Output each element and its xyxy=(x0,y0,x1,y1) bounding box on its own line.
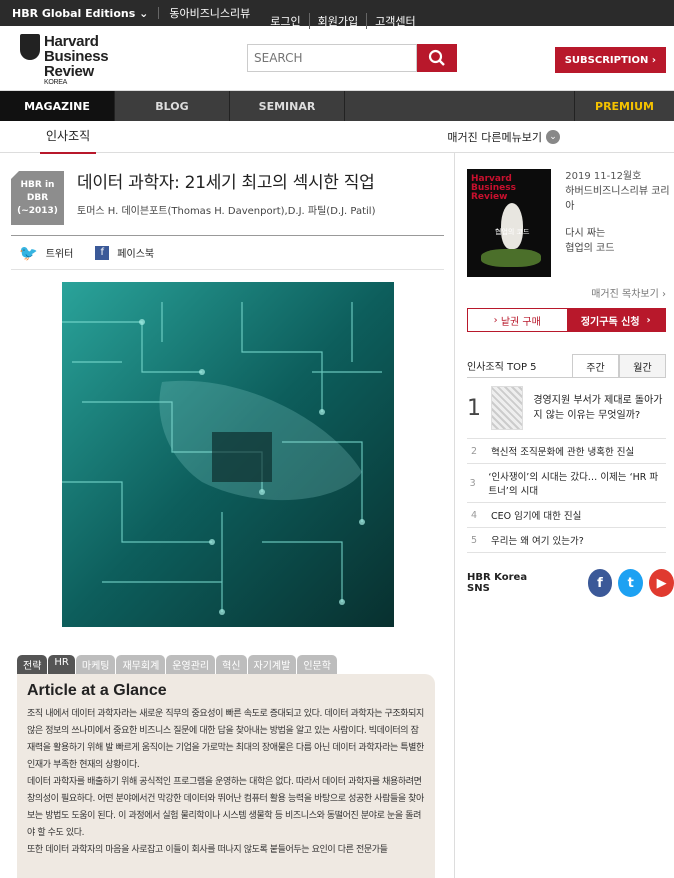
main-content: HBR in DBR (~2013) 데이터 과학자: 21세기 최고의 섹시한 … xyxy=(0,153,674,878)
sidebar: Harvard Business Review 협업의 코드 2019 11-1… xyxy=(455,153,674,878)
magazine-cover[interactable]: Harvard Business Review 협업의 코드 xyxy=(467,169,552,277)
article-image xyxy=(62,282,394,627)
topic-tab-operations[interactable]: 운영관리 xyxy=(166,655,216,674)
magazine-contents-link[interactable]: 매거진 목차보기 › xyxy=(467,285,666,300)
thumbnail-image xyxy=(491,386,524,430)
sub-nav: 인사조직 매거진 다른메뉴보기 ⌄ xyxy=(0,119,674,154)
article-column: HBR in DBR (~2013) 데이터 과학자: 21세기 최고의 섹시한 … xyxy=(0,153,455,878)
hbr-in-dbr-tag: HBR in DBR (~2013) xyxy=(11,171,64,225)
twitter-icon[interactable]: 🐦 xyxy=(19,244,38,262)
tab-weekly[interactable]: 주간 xyxy=(572,354,619,377)
purchase-row: › 낱권 구매 정기구독 신청 › xyxy=(467,308,666,332)
issue-date: 2019 11-12월호 xyxy=(565,171,642,182)
issue-tagline-1: 다시 짜는 xyxy=(565,228,606,239)
youtube-icon[interactable]: ▶ xyxy=(649,569,674,597)
glance-box: Article at a Glance 조직 내에서 데이터 과학자라는 새로운… xyxy=(17,674,435,878)
harvard-shield-icon xyxy=(20,34,40,60)
topic-tab-self-development[interactable]: 자기계발 xyxy=(247,655,297,674)
list-item[interactable]: 5 우리는 왜 여기 있는가? xyxy=(467,528,666,553)
hbr-logo[interactable]: Harvard Business Review KOREA xyxy=(20,34,109,87)
turtle-illustration xyxy=(481,249,541,267)
search-icon xyxy=(428,49,445,66)
category-tab[interactable]: 인사조직 xyxy=(40,119,97,154)
topic-tab-finance[interactable]: 재무회계 xyxy=(116,655,166,674)
header: Harvard Business Review KOREA SUBSCRIPTI… xyxy=(0,26,674,91)
list-item[interactable]: 3 ‘인사쟁이’의 시대는 갔다… 이제는 ‘HR 파트너’의 시대 xyxy=(467,464,666,503)
search-bar xyxy=(247,44,457,72)
topic-tab-strategy[interactable]: 전략 xyxy=(17,655,48,674)
facebook-icon[interactable]: f xyxy=(587,569,613,597)
buy-single-button[interactable]: › 낱권 구매 xyxy=(468,309,567,331)
article-authors: 토머스 H. 데이븐포트(Thomas H. Davenport),D.J. 파… xyxy=(77,206,376,217)
topic-tab-humanities[interactable]: 인문학 xyxy=(297,655,337,674)
search-button[interactable] xyxy=(417,44,457,72)
issue-tagline-2: 협업의 코드 xyxy=(565,243,615,254)
glance-paragraph: 데이터 과학자를 배출하기 위해 공식적인 프로그램을 운영하는 대학은 없다.… xyxy=(27,777,424,838)
list-item[interactable]: 2 혁신적 조직문화에 관한 냉혹한 진실 xyxy=(467,439,666,464)
cover-label: 협업의 코드 xyxy=(495,228,530,236)
magazine-promo: Harvard Business Review 협업의 코드 2019 11-1… xyxy=(467,169,674,277)
sns-links: HBR Korea SNS f t ▶ xyxy=(467,569,674,597)
magazine-name: 하버드비즈니스리뷰 코리아 xyxy=(565,186,670,212)
subscription-button[interactable]: SUBSCRIPTION › xyxy=(554,47,666,73)
top5-title: 인사조직 TOP 5 xyxy=(467,362,537,373)
topic-tab-marketing[interactable]: 마케팅 xyxy=(75,655,116,674)
topic-tab-innovation[interactable]: 혁신 xyxy=(216,655,247,674)
glance-paragraph: 조직 내에서 데이터 과학자라는 새로운 직무의 중요성이 빠른 속도로 증대되… xyxy=(27,709,424,770)
partner-link[interactable]: 동아비즈니스리뷰 xyxy=(169,5,250,21)
divider xyxy=(158,7,160,19)
twitter-icon[interactable]: t xyxy=(618,569,644,597)
list-item[interactable]: 1 경영지원 부서가 제대로 돌아가지 않는 이유는 무엇일까? xyxy=(467,378,666,439)
tab-monthly[interactable]: 월간 xyxy=(619,354,666,377)
share-twitter[interactable]: 트위터 xyxy=(46,245,74,260)
nav-premium[interactable]: PREMIUM xyxy=(574,91,674,121)
divider xyxy=(11,269,444,270)
cover-title: Harvard Business Review xyxy=(471,174,516,202)
share-bar: 🐦 트위터 f 페이스북 xyxy=(11,236,444,269)
search-input[interactable] xyxy=(247,44,417,72)
glance-heading: Article at a Glance xyxy=(27,682,167,699)
top5-header: 인사조직 TOP 5 주간 월간 xyxy=(467,354,666,378)
ibis-illustration xyxy=(501,203,523,249)
nav-seminar[interactable]: SEMINAR xyxy=(230,91,345,121)
topic-tabs: 전략 HR 마케팅 재무회계 운영관리 혁신 자기계발 인문학 xyxy=(17,655,435,674)
subscribe-button[interactable]: 정기구독 신청 › xyxy=(566,309,665,331)
more-menu-toggle[interactable]: 매거진 다른메뉴보기 ⌄ xyxy=(447,129,560,145)
top-bar: HBR Global Editions ⌄ 동아비즈니스리뷰 로그인 회원가입 … xyxy=(0,0,674,29)
topic-tab-hr[interactable]: HR xyxy=(48,655,75,674)
article-title: 데이터 과학자: 21세기 최고의 섹시한 직업 xyxy=(77,173,375,193)
glance-paragraph: 또한 데이터 과학자의 마음을 사로잡고 이들이 회사를 떠나지 않도록 붙들어… xyxy=(27,845,388,855)
article-at-a-glance: 전략 HR 마케팅 재무회계 운영관리 혁신 자기계발 인문학 Article … xyxy=(17,655,435,878)
global-editions-menu[interactable]: HBR Global Editions ⌄ xyxy=(12,7,148,20)
logo-line3: Review xyxy=(44,63,94,80)
chevron-down-icon: ⌄ xyxy=(546,129,560,144)
sns-label: HBR Korea SNS xyxy=(467,572,528,594)
share-facebook[interactable]: 페이스북 xyxy=(117,245,154,260)
top5-list: 1 경영지원 부서가 제대로 돌아가지 않는 이유는 무엇일까? 2 혁신적 조… xyxy=(467,378,666,553)
nav-magazine[interactable]: MAGAZINE xyxy=(0,91,115,121)
logo-sub: KOREA xyxy=(44,79,68,86)
list-item[interactable]: 4 CEO 임기에 대한 진실 xyxy=(467,503,666,528)
main-nav: MAGAZINE BLOG SEMINAR PREMIUM xyxy=(0,91,674,121)
nav-blog[interactable]: BLOG xyxy=(115,91,230,121)
facebook-icon[interactable]: f xyxy=(95,245,110,260)
